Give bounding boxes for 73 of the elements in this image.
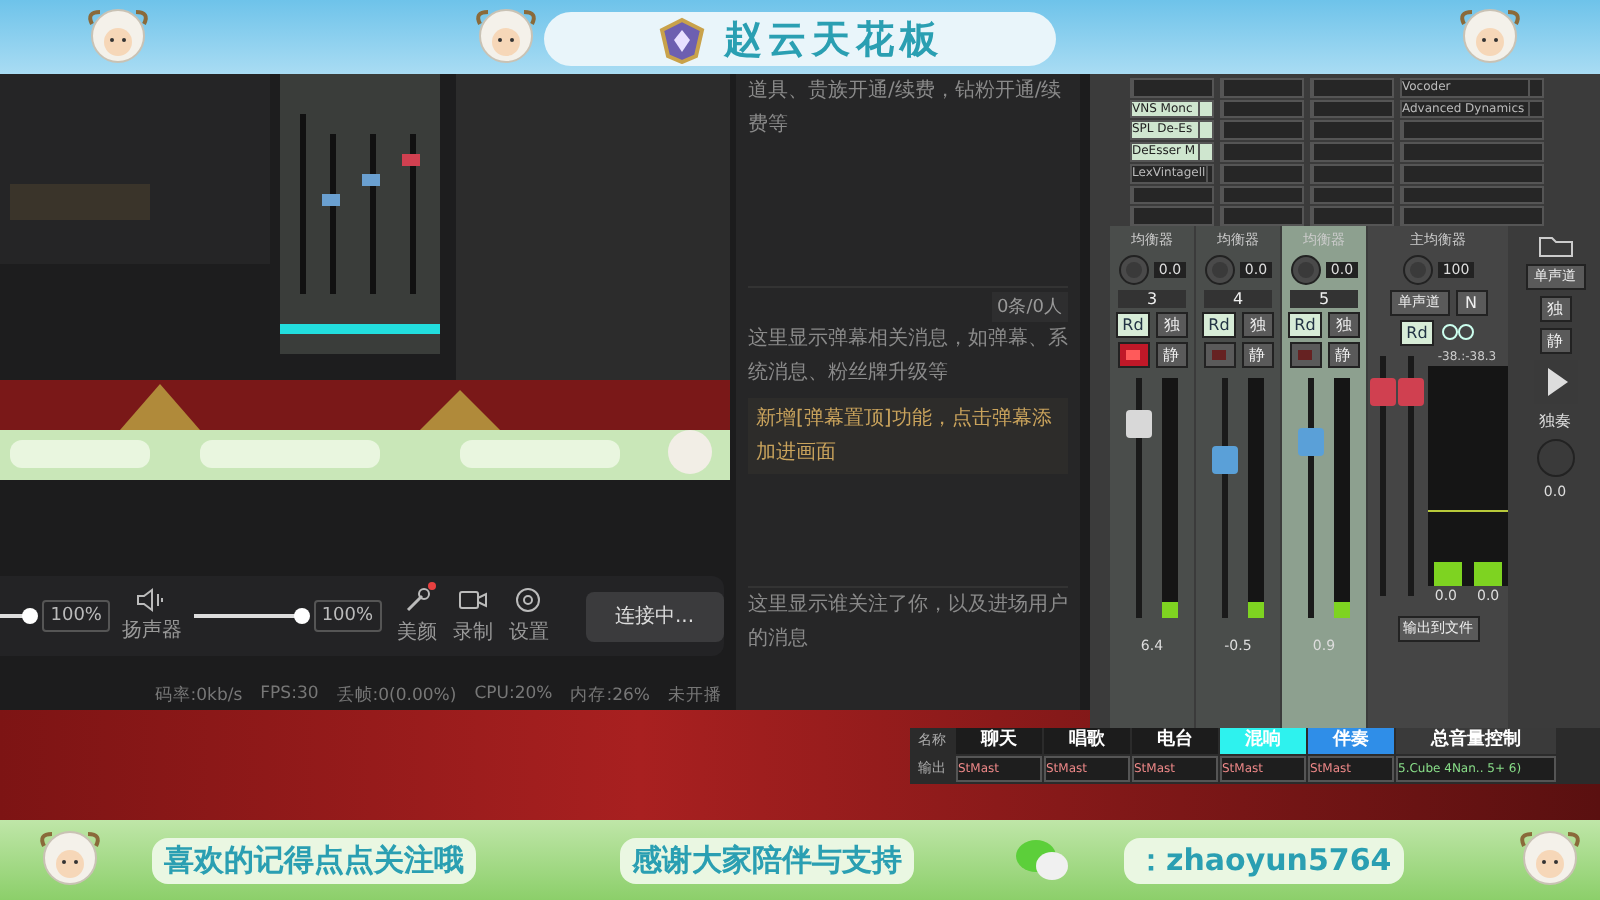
record-arm-button[interactable] <box>1117 342 1149 368</box>
status-text: 内存:26% <box>570 684 650 708</box>
record-button[interactable]: Rd <box>1202 312 1236 338</box>
link-icon <box>1439 320 1476 344</box>
channel-number: 5 <box>1290 290 1358 308</box>
record-button[interactable]: Rd <box>1116 312 1150 338</box>
status-text: FPS:30 <box>260 684 319 708</box>
status-text: 未开播 <box>668 684 722 708</box>
slider-handle[interactable] <box>293 608 310 624</box>
knob-icon <box>1535 438 1575 478</box>
tool-label: 美颜 <box>397 619 438 646</box>
connect-button[interactable]: 连接中... <box>585 591 724 641</box>
level-meter-icon <box>1248 378 1264 618</box>
status-text: CPU:20% <box>474 684 553 708</box>
settings-icon <box>514 586 545 614</box>
track-name[interactable]: 总音量控制 <box>1396 728 1556 754</box>
record-arm-button[interactable] <box>1289 342 1321 368</box>
knob-icon <box>1118 254 1151 286</box>
record-button[interactable]: Rd <box>1288 312 1322 338</box>
level-meter-icon <box>1162 378 1178 618</box>
beauty-wand-icon <box>402 586 433 614</box>
message-count: 0条/0人 <box>991 292 1068 322</box>
volume-reading: 100% <box>42 600 110 632</box>
banner-text: 喜欢的记得点点关注哦 <box>152 837 476 883</box>
insert-slot[interactable] <box>1310 206 1394 227</box>
speaker-label: 扬声器 <box>121 617 182 644</box>
status-text: 码率:0kb/s <box>154 684 243 708</box>
mute-button[interactable]: 静 <box>1327 342 1359 368</box>
tool-button[interactable]: 美颜 <box>397 586 438 646</box>
banner-text: 感谢大家陪伴与支持 <box>620 837 914 883</box>
fader-handle[interactable] <box>1298 428 1324 457</box>
status-text: 丢帧:0(0.00%) <box>336 684 457 708</box>
slider-handle[interactable] <box>22 608 39 624</box>
record-button[interactable]: Rd <box>1400 320 1434 346</box>
tool-label: 设置 <box>509 619 550 646</box>
danmaku-info-text: 这里显示弹幕相关消息，如弹幕、系统消息、粉丝牌升级等 <box>748 325 1068 388</box>
tool-button[interactable]: 设置 <box>509 586 550 646</box>
banner-title: 赵云天花板 <box>724 15 944 65</box>
solo-label: 独奏 <box>1539 410 1571 432</box>
mute-button[interactable]: 静 <box>1241 342 1273 368</box>
chat-bubbles-icon <box>1014 838 1070 882</box>
channel-number: 3 <box>1118 290 1186 308</box>
mute-button[interactable]: 静 <box>1155 342 1187 368</box>
fader-handle[interactable] <box>1369 377 1395 406</box>
feature-notice: 新增[弹幕置顶]功能，点击弹幕添加进画面 <box>748 398 1068 474</box>
gift-info-text: 道具、贵族开通/续费，钻粉开通/续费等 <box>748 77 1064 140</box>
tool-button[interactable]: 录制 <box>453 586 494 646</box>
speaker-icon <box>135 588 168 612</box>
knob-icon <box>1402 254 1435 286</box>
track-name[interactable]: 聊天 <box>956 728 1042 754</box>
level-meter-icon <box>1334 378 1350 618</box>
tool-label: 录制 <box>453 619 494 646</box>
contact-text: ：zhaoyun5764 <box>1124 837 1404 883</box>
folder-icon <box>1537 234 1573 258</box>
knob-icon <box>1204 254 1237 286</box>
mute-button[interactable]: 静 <box>1539 328 1571 354</box>
n-button[interactable]: N <box>1455 290 1487 316</box>
level-meter-icon <box>1427 366 1507 586</box>
emblem-icon <box>656 15 708 63</box>
solo-button[interactable]: 独 <box>1539 296 1571 322</box>
fader-handle[interactable] <box>1126 409 1152 438</box>
volume-reading: 100% <box>313 600 382 632</box>
track-name[interactable]: 唱歌 <box>1044 728 1130 754</box>
video-camera-icon <box>458 586 489 614</box>
fader-handle[interactable] <box>1212 445 1238 474</box>
solo-button[interactable]: 独 <box>1327 312 1360 338</box>
track-name[interactable]: 电台 <box>1132 728 1218 754</box>
solo-button[interactable]: 独 <box>1241 312 1274 338</box>
channel-number: 4 <box>1204 290 1272 308</box>
follow-info-text: 这里显示谁关注了你，以及进场用户的消息 <box>748 591 1068 654</box>
knob-icon <box>1290 254 1323 286</box>
fader-handle[interactable] <box>1397 377 1423 406</box>
solo-button[interactable]: 独 <box>1155 312 1188 338</box>
